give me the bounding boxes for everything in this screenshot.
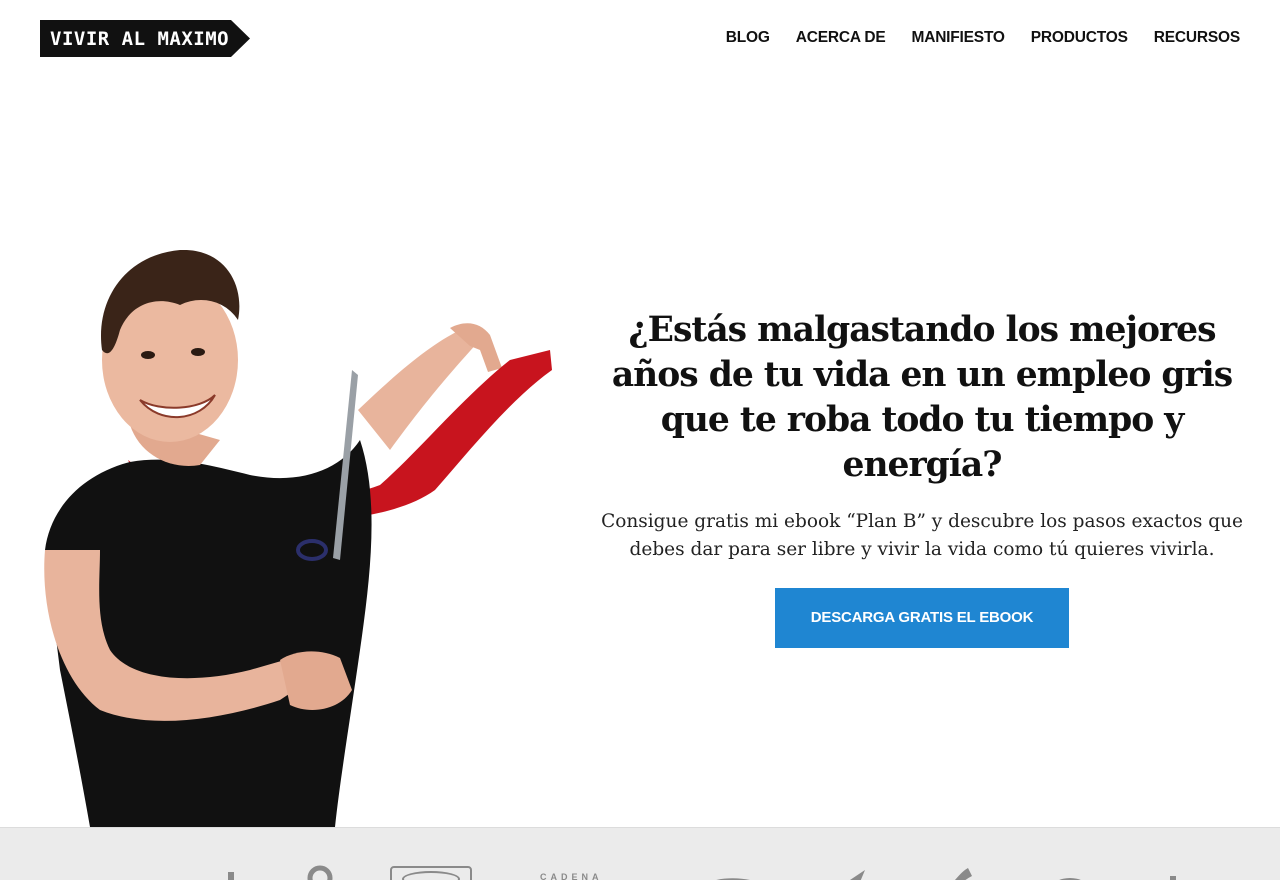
hero-headline: ¿Estás malgastando los mejores años de t…: [611, 310, 1233, 485]
hero-photo: [40, 249, 555, 827]
press-logo-1: [228, 865, 333, 880]
main-nav: BLOG ACERCA DE MANIFIESTO PRODUCTOS RECU…: [726, 29, 1240, 47]
site-header: VIVIR AL MAXIMO BLOG ACERCA DE MANIFIEST…: [0, 0, 1280, 80]
logo-text: VIVIR AL MAXIMO: [50, 28, 230, 50]
nav-blog[interactable]: BLOG: [726, 29, 770, 47]
press-logo-cadena: CADENA: [540, 872, 603, 880]
press-logo-2: [390, 866, 472, 880]
press-logo-4: [716, 870, 865, 880]
hero-copy: ¿Estás malgastando los mejores años de t…: [600, 308, 1244, 648]
hero-subtitle: Consigue gratis mi ebook “Plan B” y desc…: [601, 511, 1243, 560]
press-logos-band: CADENA: [0, 827, 1280, 880]
press-logo-5: [954, 868, 1176, 880]
nav-acerca-de[interactable]: ACERCA DE: [796, 29, 886, 47]
nav-productos[interactable]: PRODUCTOS: [1031, 29, 1128, 47]
nav-manifiesto[interactable]: MANIFIESTO: [911, 29, 1005, 47]
download-ebook-button[interactable]: DESCARGA GRATIS EL EBOOK: [775, 588, 1069, 648]
site-logo[interactable]: VIVIR AL MAXIMO: [40, 20, 250, 57]
nav-recursos[interactable]: RECURSOS: [1154, 29, 1240, 47]
